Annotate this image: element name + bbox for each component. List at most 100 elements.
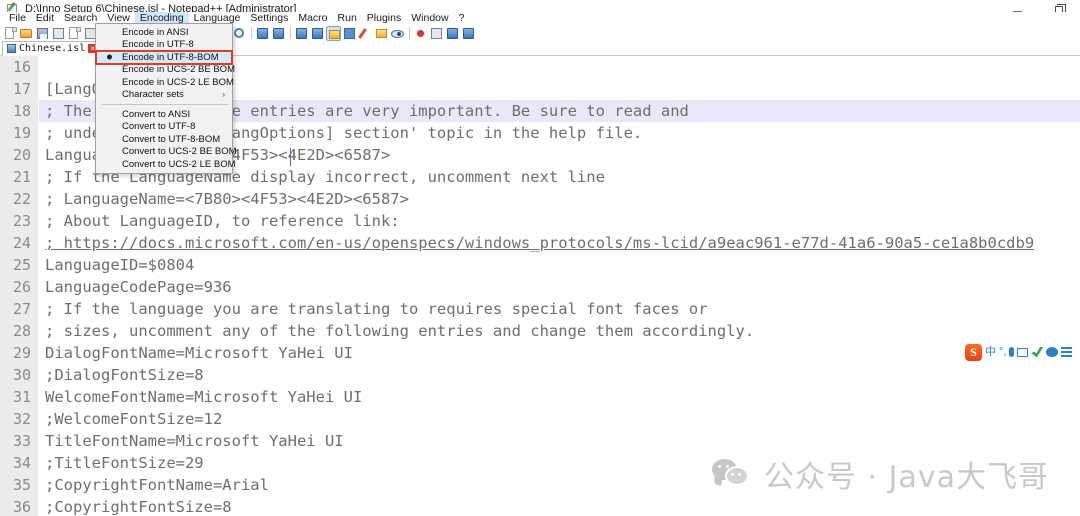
- editor-line[interactable]: 32 ;WelcomeFontSize=12: [0, 408, 1080, 430]
- line-content[interactable]: ;TitleFontSize=29: [38, 452, 204, 474]
- save-all-icon[interactable]: [51, 26, 66, 41]
- voice-input-icon[interactable]: [1009, 347, 1015, 357]
- menu-option-convert-to-ansi[interactable]: Convert to ANSI: [96, 108, 232, 121]
- screenshot-icon[interactable]: [1031, 346, 1044, 358]
- word-wrap-icon[interactable]: [326, 25, 341, 41]
- editor-line[interactable]: 33 TitleFontName=Microsoft YaHei UI: [0, 430, 1080, 452]
- line-content[interactable]: TitleFontName=Microsoft YaHei UI: [38, 430, 344, 452]
- line-content[interactable]: ; LanguageName=<7B80><4F53><4E2D><6587>: [38, 188, 409, 210]
- tab-chinese-isl[interactable]: Chinese.isl ×: [2, 41, 103, 56]
- zoom-out-icon[interactable]: [271, 26, 286, 41]
- indent-guide-icon[interactable]: [358, 26, 373, 41]
- menu-option-convert-to-ucs-2-le-bom[interactable]: Convert to UCS-2 LE BOM: [96, 158, 236, 171]
- line-content[interactable]: ;CopyrightFontName=Arial: [38, 474, 269, 496]
- editor-line[interactable]: 25 LanguageID=$0804: [0, 254, 1080, 276]
- save-icon[interactable]: [35, 26, 50, 41]
- menu-item-plugins[interactable]: Plugins: [362, 12, 406, 25]
- sogou-logo-icon[interactable]: S: [965, 343, 982, 361]
- toolbar-separator: [251, 27, 252, 39]
- func-list-icon[interactable]: [413, 26, 428, 41]
- line-content[interactable]: ; sizes, uncomment any of the following …: [38, 320, 754, 342]
- menu-option-label: Convert to UTF-8: [122, 121, 196, 133]
- editor-line[interactable]: 29 DialogFontName=Microsoft YaHei UI: [0, 342, 1080, 364]
- editor-line[interactable]: 22; LanguageName=<7B80><4F53><4E2D><6587…: [0, 188, 1080, 210]
- menu-option-convert-to-utf-8-bom[interactable]: Convert to UTF-8-BOM: [96, 133, 232, 146]
- line-number: 34: [0, 452, 38, 474]
- editor-line[interactable]: 23; About LanguageID, to reference link:: [0, 210, 1080, 232]
- line-content[interactable]: DialogFontName=Microsoft YaHei UI: [38, 342, 353, 364]
- monitor-icon[interactable]: [445, 26, 460, 41]
- editor-line[interactable]: 24; https://docs.microsoft.com/en-us/ope…: [0, 232, 1080, 254]
- toolbar-separator: [290, 27, 291, 39]
- folder-workspace-icon[interactable]: [429, 26, 444, 41]
- line-content[interactable]: ;DialogFontSize=8: [38, 364, 204, 386]
- sync-scroll-v-icon[interactable]: [294, 26, 309, 41]
- menu-option-label: Convert to UCS-2 BE BOM: [122, 146, 237, 158]
- editor-line[interactable]: 31 WelcomeFontName=Microsoft YaHei UI: [0, 386, 1080, 408]
- line-content[interactable]: WelcomeFontName=Microsoft YaHei UI: [38, 386, 362, 408]
- toolbox-icon[interactable]: [1061, 346, 1073, 358]
- menu-option-label: Convert to UTF-8-BOM: [122, 133, 221, 145]
- chevron-right-icon: ›: [222, 89, 225, 99]
- menu-option-label: Encode in UCS-2 BE BOM: [122, 64, 235, 76]
- new-file-icon[interactable]: [3, 26, 18, 41]
- soft-keyboard-icon[interactable]: [1017, 347, 1029, 357]
- menu-option-convert-to-ucs-2-be-bom[interactable]: Convert to UCS-2 BE BOM: [96, 146, 237, 159]
- menu-item-edit[interactable]: Edit: [31, 12, 59, 25]
- notepadpp-window: D:\Inno Setup 6\Chinese.isl - Notepad++ …: [0, 0, 1080, 516]
- radio-selected-icon: [107, 54, 112, 60]
- line-content[interactable]: ;CopyrightFontSize=8: [38, 496, 232, 516]
- line-number: 36: [0, 496, 38, 516]
- menu-option-label: Character sets: [122, 89, 184, 101]
- line-number: 18: [0, 100, 38, 122]
- menu-item-[interactable]: ?: [454, 12, 470, 25]
- menu-item-settings[interactable]: Settings: [245, 12, 293, 25]
- ui-sheet-icon[interactable]: [374, 26, 389, 41]
- open-file-icon[interactable]: [19, 26, 34, 41]
- line-content[interactable]: ; https://docs.microsoft.com/en-us/opens…: [38, 232, 1034, 254]
- line-number: 31: [0, 386, 38, 408]
- menu-option-convert-to-utf-8[interactable]: Convert to UTF-8: [96, 121, 232, 134]
- encoding-dropdown-menu[interactable]: Encode in ANSI Encode in UTF-8 Encode in U…: [95, 23, 237, 174]
- menu-option-encode-in-utf-8-bom[interactable]: Encode in UTF-8-BOM: [95, 50, 233, 65]
- line-content[interactable]: LanguageID=$0804: [38, 254, 194, 276]
- menu-item-window[interactable]: Window: [406, 12, 453, 25]
- menu-item-run[interactable]: Run: [333, 12, 362, 25]
- floppy-disk-icon: [7, 44, 16, 53]
- record-macro-icon[interactable]: [461, 26, 476, 41]
- zoom-in-icon[interactable]: [255, 26, 270, 41]
- punctuation-icon[interactable]: °,: [999, 346, 1006, 358]
- menu-option-encode-in-ansi[interactable]: Encode in ANSI: [96, 26, 232, 39]
- text-caret: [290, 148, 291, 166]
- menu-option-encode-in-ucs-2-be-bom[interactable]: Encode in UCS-2 BE BOM: [96, 64, 235, 77]
- editor-line[interactable]: 27; If the language you are translating …: [0, 298, 1080, 320]
- menu-option-label: Encode in ANSI: [122, 26, 189, 38]
- editor-line[interactable]: 30 ;DialogFontSize=8: [0, 364, 1080, 386]
- menu-separator: [102, 104, 228, 105]
- line-number: 33: [0, 430, 38, 452]
- menu-option-label: Encode in UTF-8: [122, 39, 194, 51]
- menu-option-encode-in-ucs-2-le-bom[interactable]: Encode in UCS-2 LE BOM: [96, 76, 234, 89]
- sogou-ime-toolbar[interactable]: S 中 °,: [965, 342, 1073, 362]
- line-content[interactable]: ; If the language you are translating to…: [38, 298, 708, 320]
- editor-line[interactable]: 36 ;CopyrightFontSize=8: [0, 496, 1080, 516]
- chinese-mode-icon[interactable]: 中: [985, 346, 996, 358]
- doc-map-icon[interactable]: [390, 26, 405, 41]
- close-file-icon[interactable]: [67, 26, 82, 41]
- emoji-icon[interactable]: [1046, 347, 1059, 357]
- sync-scroll-h-icon[interactable]: [310, 26, 325, 41]
- menu-item-file[interactable]: File: [4, 12, 31, 25]
- line-content[interactable]: ; About LanguageID, to reference link:: [38, 210, 400, 232]
- line-number: 17: [0, 78, 38, 100]
- menu-option-encode-in-utf-8[interactable]: Encode in UTF-8: [96, 39, 232, 52]
- line-content[interactable]: ;WelcomeFontSize=12: [38, 408, 222, 430]
- line-number: 28: [0, 320, 38, 342]
- replace-icon[interactable]: [232, 26, 247, 41]
- line-content[interactable]: LanguageCodePage=936: [38, 276, 232, 298]
- menu-item-macro[interactable]: Macro: [293, 12, 332, 25]
- editor-line[interactable]: 26 LanguageCodePage=936: [0, 276, 1080, 298]
- editor-line[interactable]: 28; sizes, uncomment any of the followin…: [0, 320, 1080, 342]
- line-number: 30: [0, 364, 38, 386]
- menu-option-character-sets[interactable]: Character sets ›: [96, 89, 232, 102]
- show-all-chars-icon[interactable]: [342, 26, 357, 41]
